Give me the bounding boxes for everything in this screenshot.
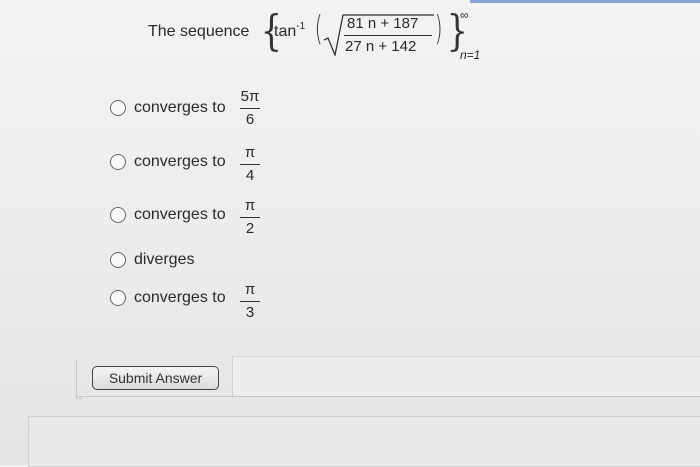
radio-button[interactable] bbox=[110, 252, 126, 268]
fraction-numerator: π bbox=[244, 281, 256, 298]
fraction-denominator: 2 bbox=[245, 220, 255, 237]
submit-answer-button[interactable]: Submit Answer bbox=[92, 366, 219, 390]
radio-button[interactable] bbox=[110, 100, 126, 116]
panel-divider bbox=[75, 396, 700, 397]
fraction-numerator: 5π bbox=[240, 88, 260, 105]
option-label: converges to bbox=[134, 206, 226, 223]
option-fraction: π 4 bbox=[237, 144, 263, 185]
fraction-bar bbox=[240, 164, 260, 165]
fraction-bar bbox=[240, 217, 260, 218]
fraction-bar bbox=[240, 301, 260, 302]
option-fraction: 5π 6 bbox=[237, 88, 263, 129]
fraction-numerator: π bbox=[244, 197, 256, 214]
fraction-bar bbox=[344, 35, 432, 36]
next-question-panel bbox=[28, 416, 700, 467]
upper-limit: ∞ bbox=[460, 8, 469, 22]
top-accent-line bbox=[470, 0, 700, 3]
fraction-numerator: 81 n + 187 bbox=[347, 15, 419, 32]
radio-button[interactable] bbox=[110, 290, 126, 306]
fraction-denominator: 3 bbox=[245, 304, 255, 321]
close-paren: ) bbox=[434, 9, 443, 49]
open-paren: ( bbox=[314, 9, 323, 49]
option-fraction: π 3 bbox=[237, 281, 263, 322]
arctan-function: tan-1 bbox=[274, 21, 306, 41]
radio-button[interactable] bbox=[110, 154, 126, 170]
fraction-numerator: π bbox=[244, 144, 256, 161]
fraction-denominator: 4 bbox=[245, 167, 255, 184]
question-prefix: The sequence bbox=[148, 23, 250, 40]
function-name: tan bbox=[274, 23, 297, 40]
fraction-denominator: 27 n + 142 bbox=[345, 38, 417, 55]
radio-button[interactable] bbox=[110, 207, 126, 223]
option-label: converges to bbox=[134, 289, 226, 306]
answer-feedback-area bbox=[232, 356, 700, 397]
option-fraction: π 2 bbox=[237, 197, 263, 238]
fraction-denominator: 6 bbox=[245, 111, 255, 128]
fraction-bar bbox=[240, 108, 260, 109]
question-panel-border bbox=[76, 360, 82, 399]
function-superscript: -1 bbox=[296, 21, 306, 32]
option-label: converges to bbox=[134, 153, 226, 170]
option-label: converges to bbox=[134, 99, 226, 116]
lower-limit: n=1 bbox=[460, 48, 481, 62]
option-label: diverges bbox=[134, 251, 195, 268]
